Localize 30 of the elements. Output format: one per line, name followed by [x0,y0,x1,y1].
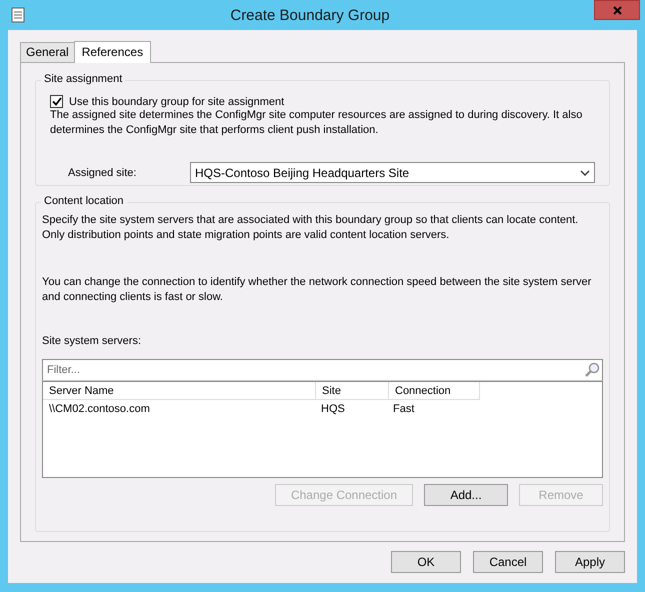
chevron-icon [580,170,590,176]
action-button[interactable]: Add... [424,484,508,506]
description-text: Specify the site system servers that are associated with this boundary group so that clients can locate content. Only distribution points and state migration points are valid content location servers. [42,213,580,243]
checkbox[interactable] [50,95,63,108]
close-icon [612,6,622,14]
group-legend: Site assignment [41,73,126,85]
table-cell-text: HQS [320,402,346,417]
site-dropdown[interactable]: HQS-Contoso Beijing Headquarters Site [190,162,595,183]
description-text: The assigned site determines the ConfigMgr site computer resources are assigned to during discovery. It also determines the ConfigMgr site that performs client push installation. [50,108,584,138]
dialog-button[interactable]: Cancel [473,551,543,573]
checkbox-label: Use this boundary group for site assignment [69,96,284,108]
dialog-button[interactable]: OK [391,551,461,573]
dialog-button[interactable]: Apply [555,551,625,573]
tab[interactable]: References [74,41,152,63]
column-header[interactable]: Connection [389,382,480,400]
note-text: You can change the connection to identify whether the network connection speed between the site system server and connecting clients is fast or slow. [42,275,592,305]
window-title: Create Boundary Group [229,6,391,24]
tab[interactable]: General [20,42,75,62]
check-icon [52,97,62,106]
list-label: Site system servers: [42,335,142,347]
window-icon [10,7,26,23]
table-cell-text: \\CM02.contoso.com [48,402,151,417]
table-cell-text: Fast [392,402,416,417]
column-header[interactable]: Server Name [43,382,316,400]
search-icon [584,362,600,378]
column-header[interactable]: Site [316,382,389,400]
field-label: Assigned site: [67,166,138,178]
filter-field[interactable]: Filter... [42,359,603,381]
close-button[interactable] [594,0,640,20]
group-legend: Content location [41,195,126,207]
